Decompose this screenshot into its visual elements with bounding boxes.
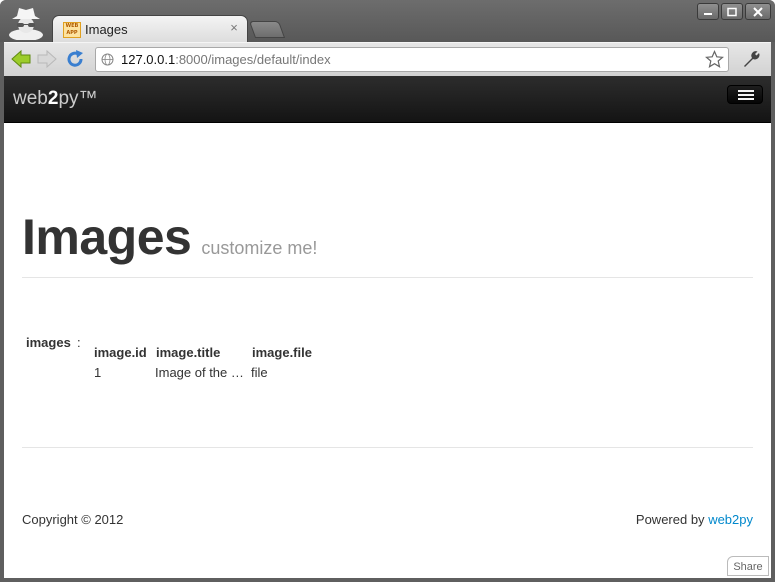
field-label-images: images [26, 335, 71, 350]
share-button[interactable]: Share [727, 556, 769, 576]
field-colon: : [77, 335, 81, 350]
web2py-link[interactable]: web2py [708, 512, 753, 527]
forward-arrow-icon[interactable] [36, 49, 58, 69]
site-navbar: web2py™ [4, 76, 771, 123]
page-subtitle: customize me! [201, 238, 318, 258]
brand-prefix: web [13, 88, 48, 109]
tab-title: Images [85, 22, 128, 37]
globe-icon [101, 53, 114, 66]
page-title: Images [22, 209, 192, 265]
brand-logo[interactable]: web2py™ [13, 88, 98, 110]
incognito-icon [9, 8, 43, 40]
back-arrow-icon[interactable] [10, 49, 32, 69]
brand-bold: 2 [47, 88, 59, 109]
cell-image-id: 1 [94, 365, 102, 380]
divider [22, 277, 753, 278]
cell-image-title: Image of the … [155, 365, 244, 380]
copyright-text: Copyright © 2012 [22, 512, 124, 527]
address-bar[interactable]: 127.0.0.1:8000/images/default/index [95, 47, 729, 72]
bookmark-star-icon[interactable] [705, 50, 724, 69]
reload-icon[interactable] [64, 49, 86, 69]
browser-toolbar: 127.0.0.1:8000/images/default/index [4, 42, 771, 76]
column-header-image-title[interactable]: image.title [156, 345, 220, 360]
powered-by-text: Powered by web2py [636, 512, 753, 527]
hamburger-icon [738, 90, 754, 92]
column-header-image-file[interactable]: image.file [252, 345, 312, 360]
minimize-button[interactable] [697, 3, 719, 20]
column-header-image-id[interactable]: image.id [94, 345, 147, 360]
wrench-icon[interactable] [740, 49, 762, 69]
close-icon [753, 6, 763, 17]
web2py-favicon-icon: WEB APP [63, 22, 81, 38]
menu-toggle-button[interactable] [727, 85, 763, 104]
url-host: 127.0.0.1 [121, 52, 176, 67]
window-controls [697, 3, 771, 20]
close-window-button[interactable] [745, 3, 771, 20]
page-viewport: web2py™ Images customize me! images : ima… [4, 76, 771, 578]
maximize-icon [727, 7, 737, 16]
tab-close-icon[interactable]: × [227, 21, 241, 35]
title-bar: WEB APP Images × [0, 0, 775, 43]
minimize-icon [704, 12, 712, 15]
url-text[interactable]: 127.0.0.1:8000/images/default/index [121, 52, 331, 67]
new-tab-button[interactable] [248, 21, 286, 38]
powered-by-label: Powered by [635, 512, 705, 527]
cell-image-file[interactable]: file [251, 365, 268, 380]
page-header: Images customize me! [22, 208, 317, 266]
tab-images[interactable]: WEB APP Images × [52, 15, 248, 43]
browser-window: WEB APP Images × 127.0.0.1:8000/images/d… [0, 0, 775, 582]
maximize-button[interactable] [721, 3, 743, 20]
brand-suffix: py™ [58, 88, 98, 109]
footer-divider [22, 447, 753, 448]
url-path: :8000/images/default/index [175, 52, 331, 67]
